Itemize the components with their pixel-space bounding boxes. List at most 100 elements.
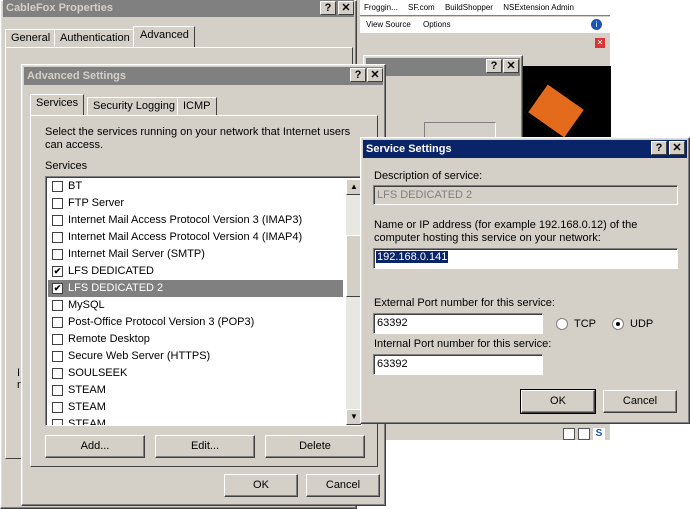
close-button[interactable]: ✕ — [503, 59, 519, 73]
tab-security-logging[interactable]: Security Logging — [87, 97, 181, 115]
list-item-label: Post-Office Protocol Version 3 (POP3) — [68, 316, 255, 328]
info-icon[interactable]: i — [591, 19, 602, 30]
services-list: BT FTP Server Internet Mail Access Protoco… — [45, 176, 362, 426]
view-source-link[interactable]: View Source — [366, 20, 411, 29]
list-item[interactable]: Remote Desktop — [48, 331, 343, 348]
list-item[interactable]: BT — [48, 178, 343, 195]
list-item-label: SOULSEEK — [68, 367, 128, 379]
list-item-label: MySQL — [68, 299, 105, 311]
description-field[interactable]: LFS DEDICATED 2 — [373, 185, 678, 205]
list-item-label: LFS DEDICATED 2 — [68, 282, 164, 294]
list-item[interactable]: SOULSEEK — [48, 365, 343, 382]
internal-port-label: Internal Port number for this service: — [374, 338, 552, 350]
close-button[interactable]: ✕ — [669, 141, 685, 155]
orange-shape-icon — [524, 80, 588, 142]
checkbox[interactable] — [52, 181, 63, 192]
list-item-label: FTP Server — [68, 197, 125, 209]
list-item[interactable]: ✔ LFS DEDICATED 2 — [48, 280, 343, 297]
cablefox-titlebar: CableFox Properties — [3, 0, 354, 17]
toolbar-item[interactable]: Froggin... — [364, 3, 398, 12]
delete-button[interactable]: Delete — [265, 435, 365, 458]
page-icon[interactable] — [578, 428, 590, 440]
checkbox[interactable] — [52, 215, 63, 226]
checkbox[interactable] — [52, 232, 63, 243]
tab-general[interactable]: General — [5, 29, 57, 47]
toolbar-item[interactable]: SF.com — [408, 3, 435, 12]
external-port-field[interactable]: 63392 — [373, 313, 543, 334]
background-toolbar-2: View Source Options i — [360, 17, 610, 33]
checkbox-checked[interactable]: ✔ — [52, 266, 63, 277]
checkbox-checked[interactable]: ✔ — [52, 283, 63, 294]
page-graphic — [521, 66, 611, 146]
udp-label[interactable]: UDP — [630, 318, 653, 330]
tab-authentication[interactable]: Authentication — [54, 29, 136, 47]
service-settings-dialog: Service Settings ? ✕ Description of serv… — [360, 137, 690, 424]
page-icon[interactable] — [563, 428, 575, 440]
cancel-button[interactable]: Cancel — [603, 390, 677, 413]
description-label: Description of service: — [374, 170, 483, 182]
list-item[interactable]: STEAM — [48, 399, 343, 416]
service-titlebar: Service Settings — [363, 140, 687, 158]
list-item[interactable]: Internet Mail Access Protocol Version 3 … — [48, 212, 343, 229]
options-link[interactable]: Options — [423, 20, 451, 29]
close-tab-icon[interactable]: ✕ — [595, 38, 605, 48]
checkbox[interactable] — [52, 368, 63, 379]
checkbox[interactable] — [52, 317, 63, 328]
list-item[interactable]: Internet Mail Server (SMTP) — [48, 246, 343, 263]
skype-icon[interactable]: S — [593, 428, 605, 440]
checkbox[interactable] — [52, 300, 63, 311]
edit-button[interactable]: Edit... — [155, 435, 255, 458]
toolbar-item[interactable]: NSExtension Admin — [503, 3, 574, 12]
hidden-dialog: ? ✕ — [363, 55, 523, 145]
checkbox[interactable] — [52, 334, 63, 345]
cablefox-tabs: General Authentication Advanced — [5, 26, 345, 49]
tab-advanced[interactable]: Advanced — [133, 26, 195, 47]
close-button[interactable]: ✕ — [367, 68, 383, 82]
list-item-label: Remote Desktop — [68, 333, 150, 345]
list-item-label: Internet Mail Access Protocol Version 3 … — [68, 214, 303, 226]
checkbox[interactable] — [52, 385, 63, 396]
checkbox[interactable] — [52, 198, 63, 209]
status-icons: S — [561, 428, 609, 440]
list-item[interactable]: Secure Web Server (HTTPS) — [48, 348, 343, 365]
list-item[interactable]: Post-Office Protocol Version 3 (POP3) — [48, 314, 343, 331]
close-button[interactable]: ✕ — [338, 1, 354, 15]
dialog-title: Advanced Settings — [27, 70, 127, 82]
ok-button[interactable]: OK — [224, 474, 298, 497]
ip-address-label: Name or IP address (for example 192.168.… — [374, 219, 638, 244]
tcp-radio[interactable] — [556, 318, 568, 330]
tcp-label[interactable]: TCP — [574, 318, 596, 330]
udp-radio[interactable] — [612, 318, 624, 330]
list-item[interactable]: Internet Mail Access Protocol Version 4 … — [48, 229, 343, 246]
toolbar-item[interactable]: BuildShopper — [445, 3, 493, 12]
add-button[interactable]: Add... — [45, 435, 145, 458]
ok-button[interactable]: OK — [520, 389, 596, 414]
checkbox[interactable] — [52, 351, 63, 362]
checkbox[interactable] — [52, 249, 63, 260]
list-item-label: Internet Mail Access Protocol Version 4 … — [68, 231, 303, 243]
radio-selected-dot — [616, 322, 620, 326]
checkbox[interactable] — [52, 402, 63, 413]
list-item-label: STEAM — [68, 418, 106, 426]
advanced-tabs: Services Security Logging ICMP — [30, 94, 370, 117]
checkbox[interactable] — [52, 419, 63, 425]
list-item-label: STEAM — [68, 401, 106, 413]
internal-port-field[interactable]: 63392 — [373, 354, 543, 375]
list-item[interactable]: FTP Server — [48, 195, 343, 212]
help-button[interactable]: ? — [651, 141, 667, 155]
help-button[interactable]: ? — [486, 59, 502, 73]
list-item[interactable]: ✔ LFS DEDICATED — [48, 263, 343, 280]
ip-address-field[interactable]: 192.168.0.141 — [373, 248, 678, 269]
side-label: I — [17, 367, 21, 379]
list-item[interactable]: MySQL — [48, 297, 343, 314]
cancel-button[interactable]: Cancel — [306, 474, 380, 497]
list-item[interactable]: STEAM — [48, 416, 343, 426]
advanced-titlebar: Advanced Settings — [24, 67, 383, 85]
help-button[interactable]: ? — [350, 68, 366, 82]
tab-services[interactable]: Services — [30, 94, 85, 115]
services-description: Select the services running on your netw… — [45, 126, 351, 151]
tab-icmp[interactable]: ICMP — [177, 97, 217, 115]
list-item[interactable]: STEAM — [48, 382, 343, 399]
list-item-label: STEAM — [68, 384, 106, 396]
help-button[interactable]: ? — [320, 1, 336, 15]
